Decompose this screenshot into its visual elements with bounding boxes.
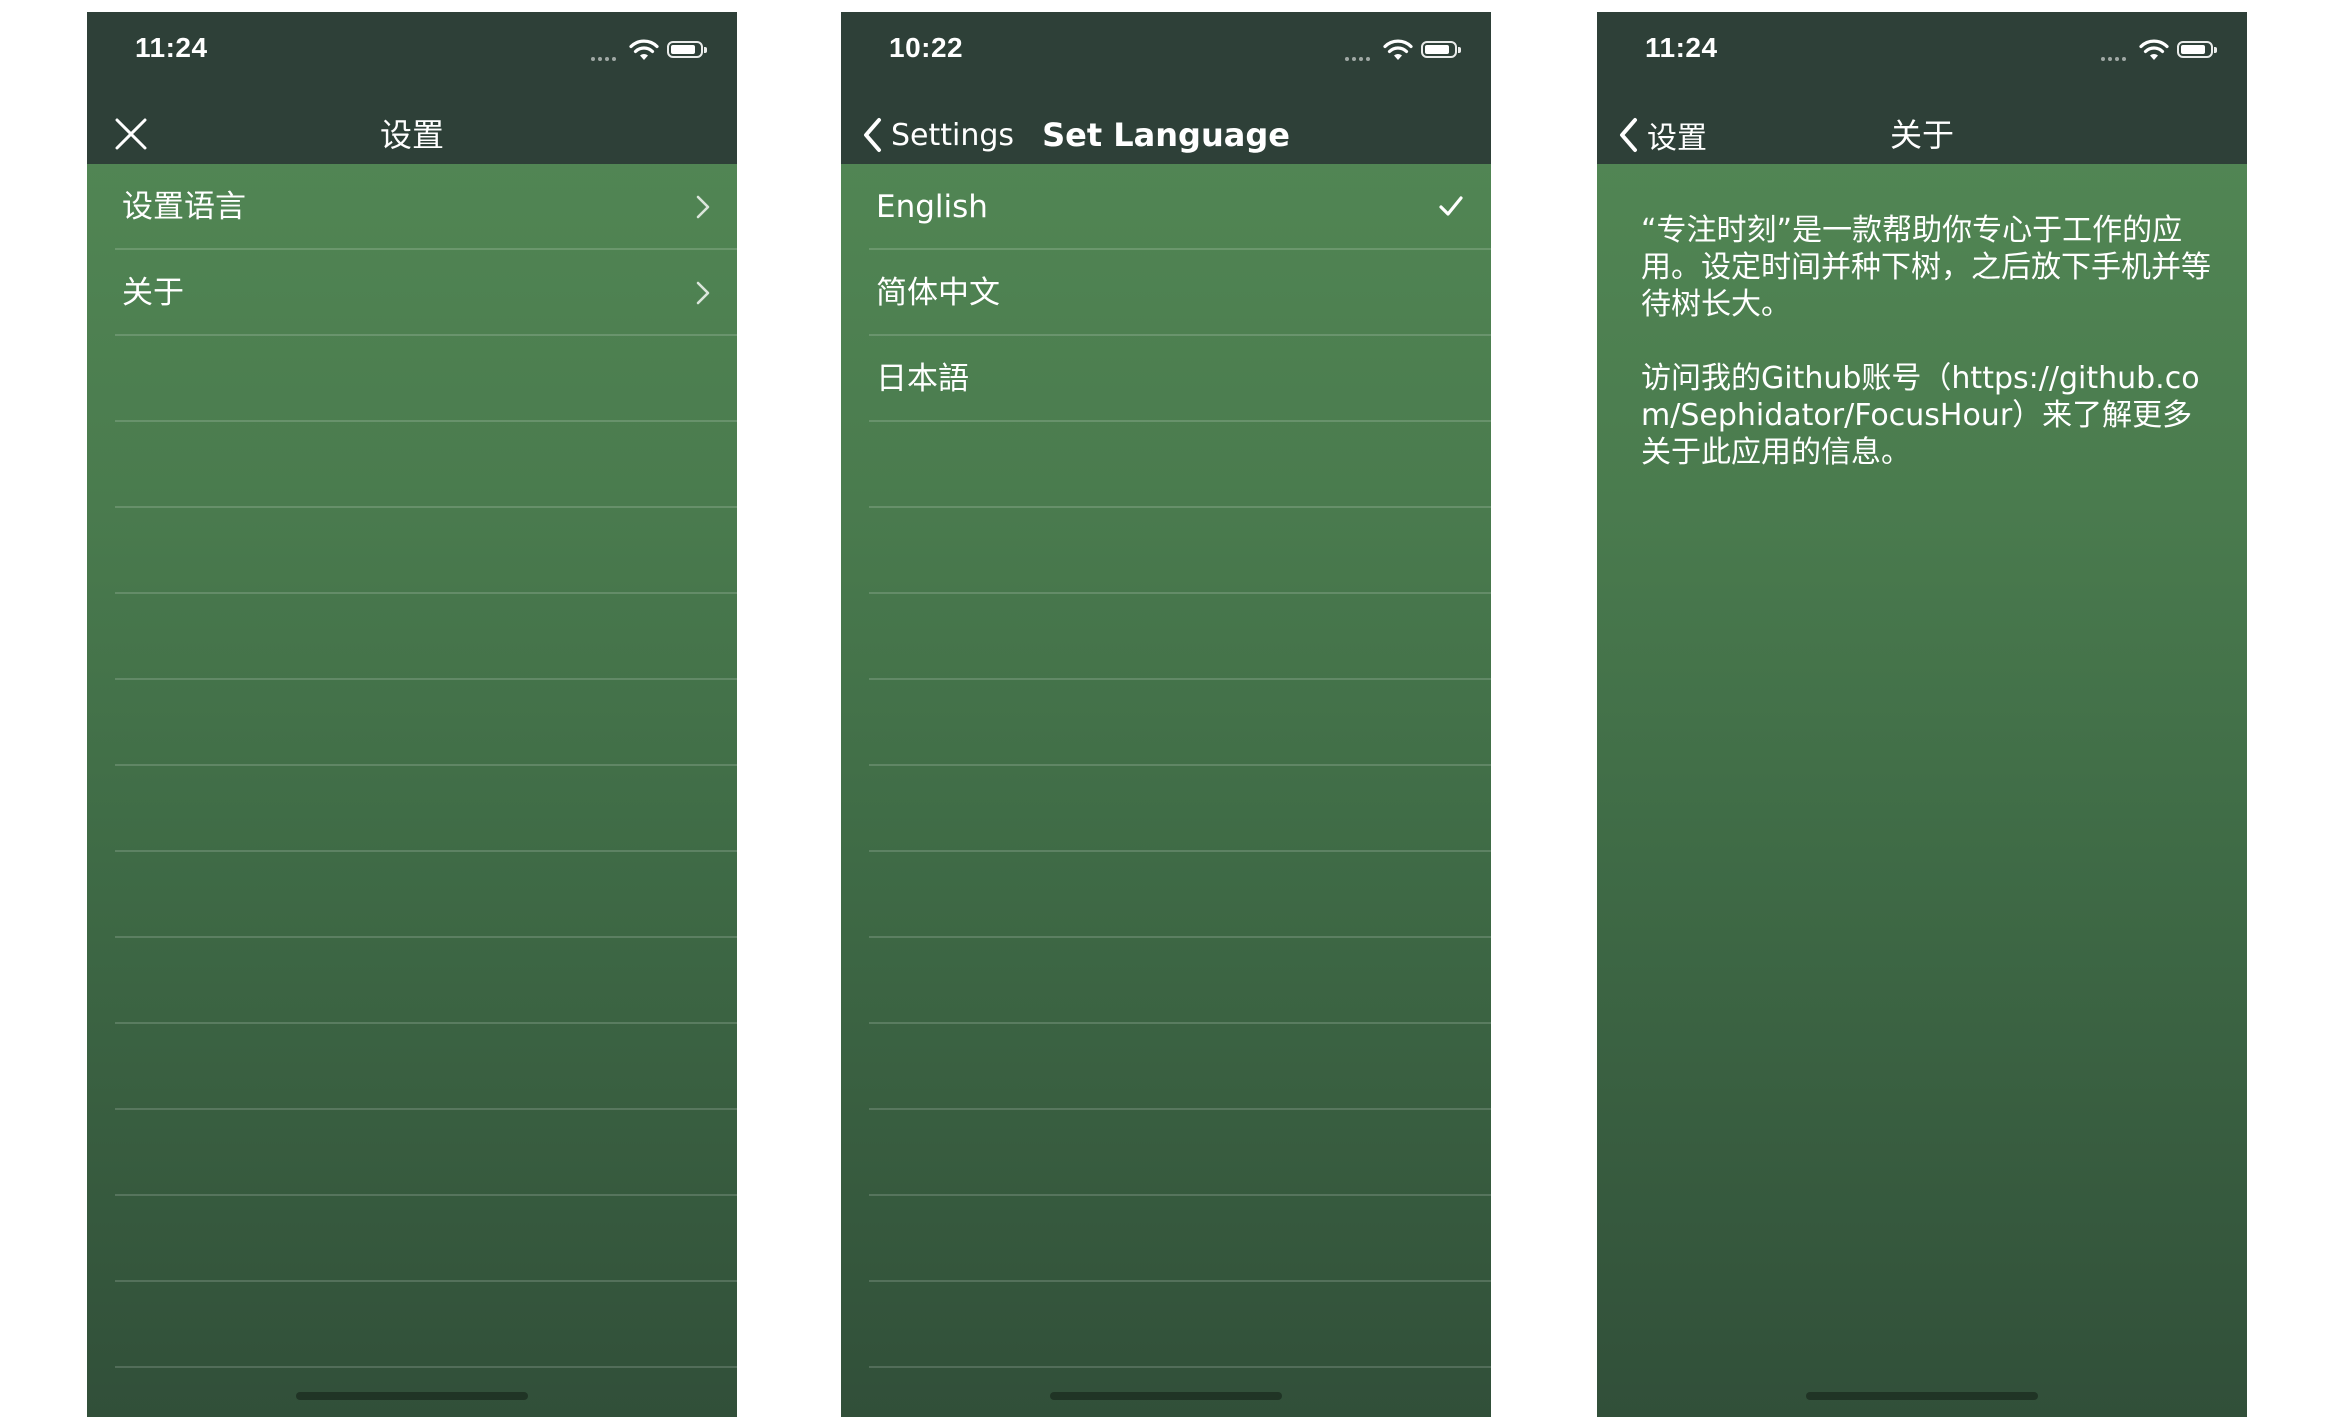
chevron-right-icon bbox=[696, 281, 710, 305]
empty-row bbox=[87, 766, 737, 852]
navigation-bar: 11:24 设置 bbox=[87, 12, 737, 164]
empty-row bbox=[87, 1282, 737, 1368]
about-description: “专注时刻”是一款帮助你专心于工作的应用。设定时间并种下树，之后放下手机并等待树… bbox=[1641, 212, 2221, 508]
empty-row bbox=[87, 1024, 737, 1110]
settings-row-language[interactable]: 设置语言 bbox=[87, 164, 737, 250]
status-icons bbox=[591, 38, 711, 64]
battery-icon bbox=[1421, 41, 1461, 58]
wifi-icon bbox=[1383, 39, 1413, 60]
checkmark-icon bbox=[1439, 196, 1463, 216]
page-title: Set Language bbox=[1042, 116, 1290, 154]
status-time: 10:22 bbox=[889, 32, 964, 63]
empty-row bbox=[841, 1024, 1491, 1110]
empty-row bbox=[841, 680, 1491, 766]
signal-icon bbox=[2101, 57, 2131, 63]
empty-row bbox=[87, 336, 737, 422]
home-indicator[interactable] bbox=[1806, 1392, 2038, 1400]
empty-row bbox=[841, 938, 1491, 1024]
home-indicator[interactable] bbox=[1050, 1392, 1282, 1400]
empty-row bbox=[841, 594, 1491, 680]
settings-screen: 11:24 设置 设置语言 关于 bbox=[87, 12, 737, 1417]
row-label: 关于 bbox=[122, 275, 184, 311]
language-option-english[interactable]: English bbox=[841, 164, 1491, 250]
settings-row-about[interactable]: 关于 bbox=[87, 250, 737, 336]
navigation-bar: 10:22 Settings Set Language bbox=[841, 12, 1491, 164]
empty-row bbox=[87, 422, 737, 508]
battery-icon bbox=[667, 41, 707, 58]
row-label: 简体中文 bbox=[876, 275, 1000, 311]
empty-row bbox=[87, 508, 737, 594]
about-paragraph-link: 访问我的Github账号（https://github.com/Sephidat… bbox=[1641, 361, 2200, 470]
wifi-icon bbox=[2139, 39, 2169, 60]
signal-icon bbox=[1345, 57, 1375, 63]
empty-row bbox=[841, 766, 1491, 852]
empty-row bbox=[841, 1196, 1491, 1282]
row-label: 日本語 bbox=[876, 361, 969, 397]
empty-row bbox=[87, 938, 737, 1024]
row-divider bbox=[869, 1366, 1491, 1368]
row-label: 设置语言 bbox=[122, 189, 246, 225]
status-icons bbox=[1345, 38, 1465, 64]
page-title: 关于 bbox=[1889, 116, 1954, 154]
empty-row bbox=[87, 1196, 737, 1282]
wifi-icon bbox=[629, 39, 659, 60]
status-time: 11:24 bbox=[1645, 32, 1718, 63]
empty-row bbox=[87, 1110, 737, 1196]
language-option-simplified-chinese[interactable]: 简体中文 bbox=[841, 250, 1491, 336]
empty-row bbox=[841, 508, 1491, 594]
signal-icon bbox=[591, 57, 621, 63]
empty-row bbox=[841, 422, 1491, 508]
row-divider bbox=[115, 1366, 737, 1368]
battery-icon bbox=[2177, 41, 2217, 58]
status-time: 11:24 bbox=[135, 32, 208, 63]
status-icons bbox=[2101, 38, 2221, 64]
navigation-bar: 11:24 设置 关于 bbox=[1597, 12, 2247, 164]
home-indicator[interactable] bbox=[296, 1392, 528, 1400]
empty-row bbox=[87, 680, 737, 766]
empty-row bbox=[841, 1282, 1491, 1368]
chevron-right-icon bbox=[696, 195, 710, 219]
about-paragraph: “专注时刻”是一款帮助你专心于工作的应用。设定时间并种下树，之后放下手机并等待树… bbox=[1641, 213, 2211, 322]
empty-row bbox=[841, 1110, 1491, 1196]
row-label: English bbox=[876, 189, 988, 225]
language-option-japanese[interactable]: 日本語 bbox=[841, 336, 1491, 422]
about-screen: 11:24 设置 关于 “专注时刻”是一款帮助你专心于工作的应用。设定时间并种下… bbox=[1597, 12, 2247, 1417]
empty-row bbox=[841, 852, 1491, 938]
set-language-screen: 10:22 Settings Set Language English 简体中文… bbox=[841, 12, 1491, 1417]
empty-row bbox=[87, 852, 737, 938]
empty-row bbox=[87, 594, 737, 680]
page-title: 设置 bbox=[379, 116, 444, 154]
